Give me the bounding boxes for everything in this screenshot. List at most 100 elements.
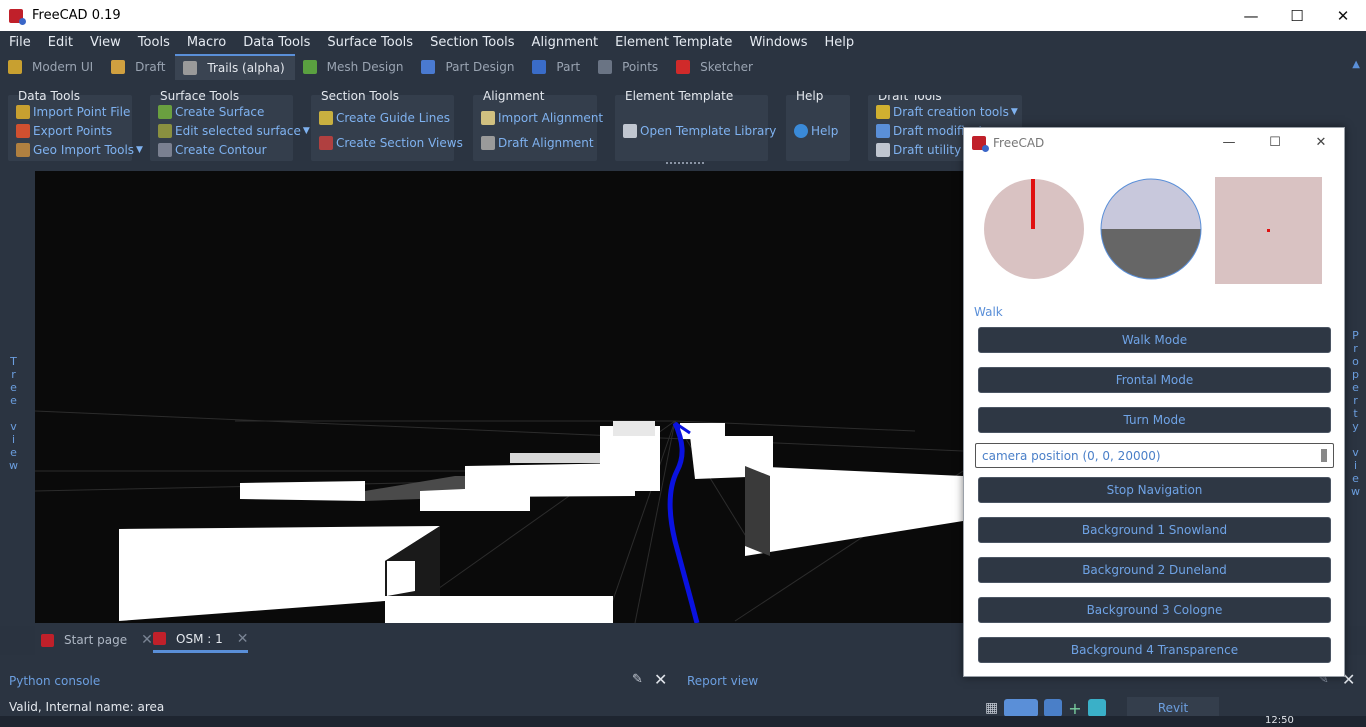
open-template-library-button[interactable]: Open Template Library xyxy=(623,124,776,138)
import-point-file-button[interactable]: Import Point File xyxy=(16,105,130,119)
workbench-points[interactable]: Points xyxy=(590,54,668,80)
menu-section-tools[interactable]: Section Tools xyxy=(421,35,522,50)
draft-modify-icon xyxy=(876,124,890,138)
workbench-trails[interactable]: Trails (alpha) xyxy=(175,54,295,80)
camera-position-field[interactable]: camera position (0, 0, 20000) xyxy=(975,443,1334,468)
python-console-tab[interactable]: Python console xyxy=(9,674,100,688)
layer-icon[interactable] xyxy=(1087,699,1106,717)
field-scrollbar[interactable] xyxy=(1321,449,1327,462)
close-tab-icon[interactable]: ✕ xyxy=(237,631,249,647)
left-dock-strip: Tree view xyxy=(0,171,35,626)
freecad-doc-icon xyxy=(41,633,54,647)
points-icon xyxy=(598,60,613,74)
create-section-views-button[interactable]: Create Section Views xyxy=(319,136,463,150)
menu-edit[interactable]: Edit xyxy=(39,35,81,50)
walk-section-label: Walk xyxy=(974,305,1003,319)
close-button[interactable]: ✕ xyxy=(1320,0,1366,31)
tab-osm[interactable]: OSM : 1 ✕ xyxy=(153,627,249,653)
menu-help[interactable]: Help xyxy=(815,35,862,50)
background-cologne-button[interactable]: Background 3 Cologne xyxy=(978,597,1331,623)
position-map-widget[interactable] xyxy=(1215,177,1322,284)
create-guide-lines-button[interactable]: Create Guide Lines xyxy=(319,111,450,125)
stop-navigation-button[interactable]: Stop Navigation xyxy=(978,477,1331,503)
toolbar-title: Data Tools xyxy=(18,89,81,103)
toolbar-expand-icon[interactable]: ▲ xyxy=(1352,59,1360,70)
import-points-icon xyxy=(16,105,30,119)
clock-text: 12:50 xyxy=(1265,715,1294,726)
right-dock-strip: Property view xyxy=(1345,171,1366,626)
background-duneland-button[interactable]: Background 2 Duneland xyxy=(978,557,1331,583)
help-button[interactable]: Help xyxy=(794,124,838,138)
turn-mode-button[interactable]: Turn Mode xyxy=(978,407,1331,433)
background-transparence-button[interactable]: Background 4 Transparence xyxy=(978,637,1331,663)
os-taskbar: 12:50 xyxy=(0,716,1366,727)
close-tab-icon[interactable]: ✕ xyxy=(141,632,153,648)
toolbar-title: Surface Tools xyxy=(160,89,240,103)
export-points-icon xyxy=(16,124,30,138)
workbench-draft[interactable]: Draft xyxy=(103,54,175,80)
menu-view[interactable]: View xyxy=(81,35,129,50)
menu-tools[interactable]: Tools xyxy=(129,35,178,50)
draft-alignment-button[interactable]: Draft Alignment xyxy=(481,136,594,150)
tab-start-page[interactable]: Start page ✕ xyxy=(41,627,153,653)
trails-icon xyxy=(183,61,198,75)
background-snowland-button[interactable]: Background 1 Snowland xyxy=(978,517,1331,543)
maximize-button[interactable]: ☐ xyxy=(1274,0,1320,31)
add-icon[interactable]: + xyxy=(1068,699,1081,718)
edit-selected-surface-button[interactable]: Edit selected surface ▼ xyxy=(158,124,310,138)
menu-alignment[interactable]: Alignment xyxy=(523,35,607,50)
dialog-minimize-button[interactable]: — xyxy=(1206,128,1252,157)
create-surface-icon xyxy=(158,105,172,119)
lock-icon[interactable] xyxy=(1004,699,1039,717)
import-alignment-button[interactable]: Import Alignment xyxy=(481,111,603,125)
status-bar-text: Valid, Internal name: area xyxy=(9,700,165,714)
menu-windows[interactable]: Windows xyxy=(740,35,815,50)
frontal-mode-button[interactable]: Frontal Mode xyxy=(978,367,1331,393)
freecad-logo-icon xyxy=(972,135,989,152)
modern-ui-icon xyxy=(8,60,22,74)
geo-import-tools-button[interactable]: Geo Import Tools ▼ xyxy=(16,143,143,157)
dialog-close-button[interactable]: ✕ xyxy=(1298,128,1344,157)
menu-surface-tools[interactable]: Surface Tools xyxy=(318,35,421,50)
part-design-icon xyxy=(421,60,436,74)
window-title: FreeCAD 0.19 xyxy=(32,8,121,23)
workbench-sketcher[interactable]: Sketcher xyxy=(668,54,763,80)
menu-macro[interactable]: Macro xyxy=(178,35,234,50)
3d-viewport[interactable] xyxy=(35,171,963,623)
workbench-mesh-design[interactable]: Mesh Design xyxy=(295,54,414,80)
report-view-tab[interactable]: Report view xyxy=(687,674,758,688)
guide-lines-icon xyxy=(319,111,333,125)
workbench-modern-ui[interactable]: Modern UI xyxy=(0,54,103,80)
workbench-part[interactable]: Part xyxy=(524,54,590,80)
mesh-design-icon xyxy=(302,60,317,74)
toolbar-title: Element Template xyxy=(625,89,734,103)
workbench-bar: Modern UI Draft Trails (alpha) Mesh Desi… xyxy=(0,53,1366,81)
minimize-button[interactable]: — xyxy=(1228,0,1274,31)
horizon-widget[interactable] xyxy=(1099,177,1203,281)
menu-element-template[interactable]: Element Template xyxy=(606,35,740,50)
template-library-icon xyxy=(623,124,637,138)
menu-bar: File Edit View Tools Macro Data Tools Su… xyxy=(0,31,1366,53)
grid-icon[interactable]: ▦ xyxy=(985,700,998,716)
property-view-tab[interactable]: Property view xyxy=(1349,329,1362,498)
create-surface-button[interactable]: Create Surface xyxy=(158,105,264,119)
help-icon xyxy=(794,124,808,138)
tree-view-tab[interactable]: Tree view xyxy=(7,355,20,472)
edit-surface-icon xyxy=(158,124,172,138)
toolbar-data-tools: Data Tools Import Point File Export Poin… xyxy=(8,89,143,161)
export-points-button[interactable]: Export Points xyxy=(16,124,112,138)
dialog-maximize-button[interactable]: ☐ xyxy=(1252,128,1298,157)
close-panel-icon[interactable]: ✕ xyxy=(654,670,667,689)
workbench-part-design[interactable]: Part Design xyxy=(413,54,524,80)
draft-creation-tools-button[interactable]: Draft creation tools ▼ xyxy=(876,105,1018,119)
title-bar: FreeCAD 0.19 — ☐ ✕ xyxy=(0,0,1366,31)
walk-mode-button[interactable]: Walk Mode xyxy=(978,327,1331,353)
menu-file[interactable]: File xyxy=(0,35,39,50)
toolbar-splitter-handle[interactable] xyxy=(666,162,704,165)
create-contour-button[interactable]: Create Contour xyxy=(158,143,267,157)
compass-widget[interactable] xyxy=(982,177,1086,281)
snap-icon[interactable] xyxy=(1044,699,1063,717)
pin-icon[interactable]: ✎ xyxy=(632,672,643,687)
menu-data-tools[interactable]: Data Tools xyxy=(234,35,318,50)
toolbar-title: Alignment xyxy=(483,89,545,103)
